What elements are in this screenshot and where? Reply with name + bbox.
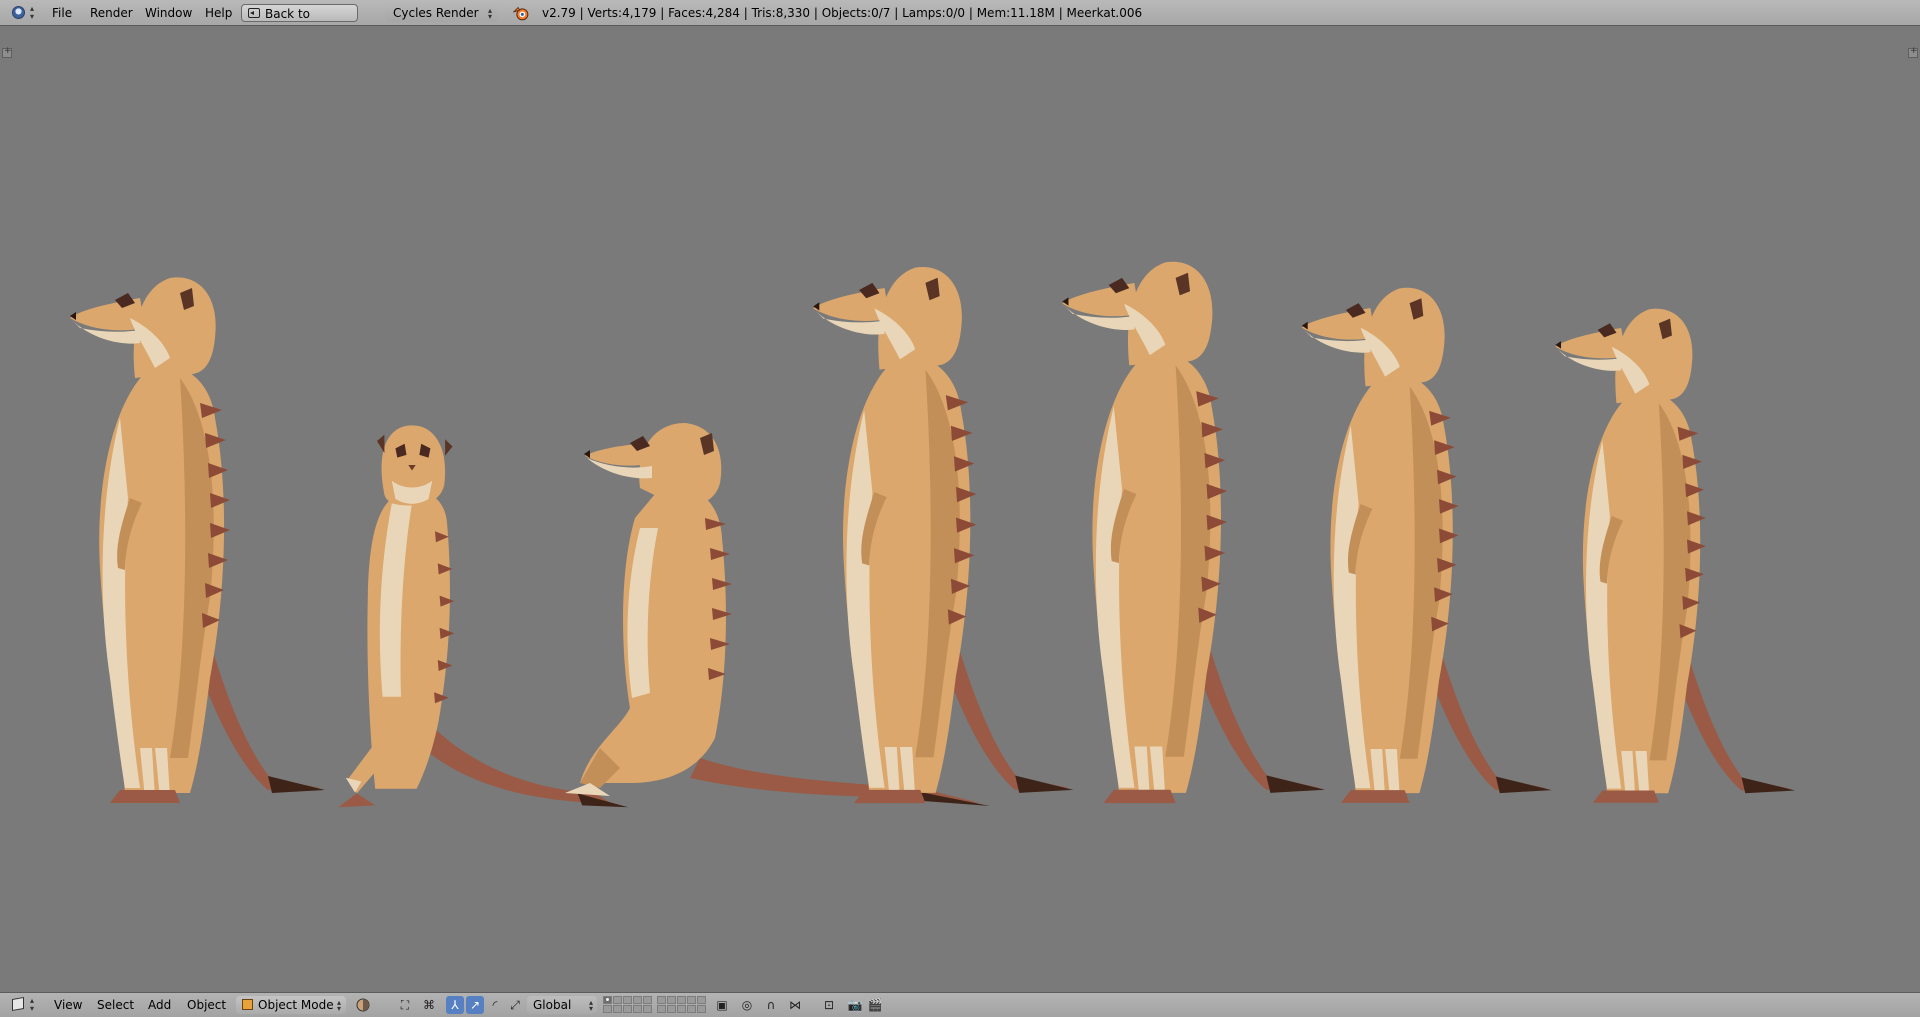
3d-view-header: ▴ ▾ View Select Add Object Object Mode ▴ ▾… (0, 992, 1920, 1017)
layer-button[interactable] (633, 996, 642, 1004)
manipulator-icon: ⅄ (451, 998, 459, 1012)
layer-button[interactable] (667, 996, 676, 1004)
layer-button[interactable] (623, 996, 632, 1004)
meerkat-object-4[interactable] (813, 266, 1074, 804)
chevron-updown-icon: ▴ ▾ (30, 4, 35, 21)
render-image-button[interactable]: 📷 (846, 996, 864, 1014)
viewport-shading-button[interactable] (354, 996, 372, 1014)
magnet-icon: ∩ (766, 998, 776, 1012)
menu-select[interactable]: Select (97, 993, 134, 1017)
rotate-manipulator-button[interactable]: ◜ (486, 996, 504, 1014)
layer-button[interactable] (643, 1005, 652, 1013)
layer-button[interactable] (613, 996, 622, 1004)
menu-window[interactable]: Window (145, 0, 192, 26)
scene-layers[interactable] (603, 996, 707, 1014)
shading-sphere-icon (356, 998, 370, 1012)
blender-logo-icon (513, 6, 529, 21)
scene-statistics: v2.79 | Verts:4,179 | Faces:4,284 | Tris… (542, 6, 1143, 20)
layer-button[interactable] (633, 1005, 642, 1013)
snap-element-button[interactable]: ⋈ (786, 996, 804, 1014)
interaction-mode-select[interactable]: Object Mode ▴ ▾ (236, 996, 346, 1014)
info-icon (12, 6, 25, 19)
scale-icon: ⤢ (510, 998, 520, 1012)
back-icon (248, 8, 260, 18)
transform-orientation-value: Global (533, 998, 572, 1012)
snap-toggle-button[interactable]: ∩ (762, 996, 780, 1014)
lock-camera-layers-button[interactable]: ▣ (713, 996, 731, 1014)
menu-object[interactable]: Object (187, 993, 226, 1017)
layer-button[interactable] (643, 996, 652, 1004)
menu-add[interactable]: Add (148, 993, 171, 1017)
manipulator-toggle-button[interactable]: ⅄ (446, 996, 464, 1014)
editor-type-selector[interactable]: ▴ ▾ (6, 4, 36, 22)
render-animation-button[interactable]: 🎬 (866, 996, 884, 1014)
layer-button[interactable] (697, 996, 706, 1004)
chevron-updown-icon: ▴ ▾ (487, 6, 492, 21)
info-header: ▴▾ File Render Window Help Back to Previ… (0, 0, 1920, 39)
interaction-mode-value: Object Mode (258, 998, 334, 1012)
snap-element-icon: ⋈ (789, 998, 801, 1012)
proportional-editing-icon: ◎ (741, 998, 753, 1012)
rotate-arc-icon: ◜ (492, 998, 498, 1012)
meerkat-object-2[interactable] (338, 425, 629, 808)
translate-manipulator-button[interactable]: ↗ (466, 996, 484, 1014)
layer-button[interactable] (613, 1005, 622, 1013)
pivot-icon: ⛶ (400, 998, 410, 1012)
layer-button[interactable] (687, 996, 696, 1004)
transform-orientation-select[interactable]: Global ▴ ▾ (527, 996, 597, 1014)
layer-button[interactable] (677, 1005, 686, 1013)
lock-icon: ▣ (716, 998, 728, 1012)
chevron-updown-icon: ▴ ▾ (336, 998, 341, 1013)
3d-viewport[interactable] (0, 26, 1920, 992)
object-mode-cube-icon (242, 999, 253, 1010)
pivot-locations-icon: ⌘ (423, 998, 435, 1012)
meerkat-scene (70, 261, 1796, 808)
scale-manipulator-button[interactable]: ⤢ (506, 996, 524, 1014)
meerkat-object-7[interactable] (1555, 308, 1796, 803)
back-to-previous-button[interactable]: Back to Previous (241, 4, 358, 39)
meerkat-object-6[interactable] (1301, 287, 1552, 803)
menu-render[interactable]: Render (90, 0, 133, 26)
proportional-editing-button[interactable]: ◎ (738, 996, 756, 1014)
menu-help[interactable]: Help (205, 0, 232, 26)
layer-button[interactable] (603, 1005, 612, 1013)
render-engine-select[interactable]: Cycles Render ▴ ▾ (385, 4, 498, 22)
meerkat-object-1[interactable] (70, 277, 325, 803)
chevron-updown-icon: ▴ ▾ (588, 998, 593, 1013)
meerkat-object-5[interactable] (1062, 261, 1325, 804)
menu-view[interactable]: View (54, 993, 82, 1017)
3d-view-icon (12, 996, 24, 1012)
render-engine-value: Cycles Render (393, 6, 479, 20)
layer-button[interactable] (623, 1005, 632, 1013)
layer-button[interactable] (687, 1005, 696, 1013)
pivot-point-button[interactable]: ⛶ (396, 996, 414, 1014)
layer-button[interactable] (603, 996, 612, 1004)
layer-button[interactable] (667, 1005, 676, 1013)
clapperboard-icon: 🎬 (867, 998, 883, 1012)
menu-file[interactable]: File (52, 0, 72, 26)
layer-button[interactable] (697, 1005, 706, 1013)
layer-button[interactable] (657, 996, 666, 1004)
layer-button[interactable] (657, 1005, 666, 1013)
camera-icon: ⊡ (823, 998, 835, 1012)
render-camera-icon: 📷 (847, 998, 863, 1012)
layer-button[interactable] (677, 996, 686, 1004)
view-editor-type-selector[interactable]: ▴ ▾ (6, 996, 36, 1014)
chevron-updown-icon: ▴ ▾ (30, 996, 35, 1013)
opengl-render-button[interactable]: ⊡ (820, 996, 838, 1014)
pivot-only-locations-button[interactable]: ⌘ (420, 996, 438, 1014)
translate-arrow-icon: ↗ (469, 998, 481, 1012)
